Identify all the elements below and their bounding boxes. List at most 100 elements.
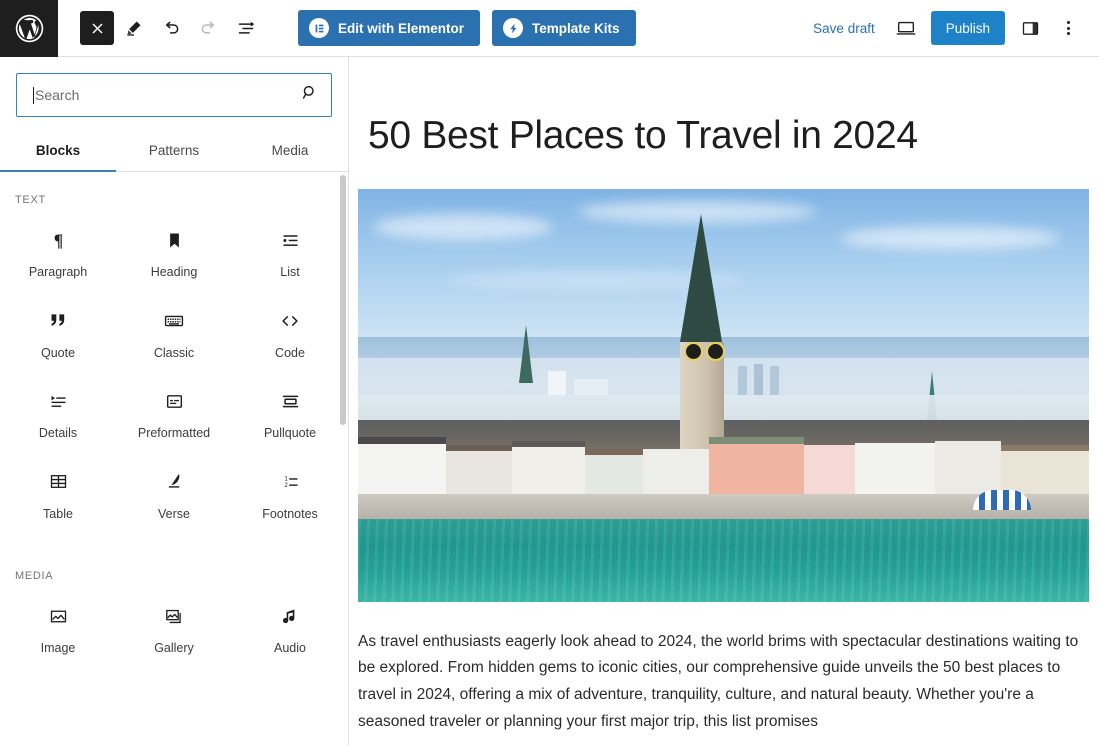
heading-icon (164, 228, 185, 252)
search-box[interactable] (16, 73, 332, 117)
page-title[interactable]: 50 Best Places to Travel in 2024 (358, 113, 1089, 160)
block-pullquote[interactable]: Pullquote (232, 371, 348, 452)
editor-body: Blocks Patterns Media TEXT ¶ Paragraph (0, 57, 1099, 745)
block-list-scroll-area: TEXT ¶ Paragraph Heading List Quote Clas… (0, 172, 348, 745)
tab-blocks[interactable]: Blocks (0, 131, 116, 172)
gallery-icon (164, 604, 185, 628)
wordpress-logo-icon[interactable] (0, 0, 58, 57)
scrollbar-thumb[interactable] (340, 175, 346, 425)
block-image[interactable]: Image (0, 586, 116, 667)
search-container (0, 57, 348, 117)
three-dots-menu-icon[interactable] (1051, 11, 1085, 45)
block-label: Details (38, 426, 78, 440)
clock-face-left (684, 341, 704, 361)
template-kits-label: Template Kits (532, 20, 620, 36)
block-label: Pullquote (263, 426, 317, 440)
distant-tower (754, 363, 764, 396)
post-paragraph[interactable]: As travel enthusiasts eagerly look ahead… (358, 629, 1080, 736)
small-church-spire (518, 325, 533, 384)
verse-icon (164, 470, 185, 494)
paragraph-icon: ¶ (48, 228, 69, 252)
save-draft-button[interactable]: Save draft (803, 13, 885, 44)
svg-text:2: 2 (284, 482, 288, 489)
code-icon (279, 309, 301, 333)
document-overview-icon[interactable] (228, 11, 264, 45)
classic-icon (163, 309, 185, 333)
block-details[interactable]: Details (0, 371, 116, 452)
block-code[interactable]: Code (232, 291, 348, 372)
cloud-shape (372, 213, 553, 240)
block-preformatted[interactable]: Preformatted (116, 371, 232, 452)
block-label: Classic (153, 345, 195, 360)
category-label-text: TEXT (15, 194, 46, 206)
edit-with-elementor-label: Edit with Elementor (338, 20, 465, 36)
block-label: Audio (274, 641, 306, 655)
svg-text:¶: ¶ (53, 230, 62, 250)
riverfront-building (358, 436, 446, 503)
market-tent (972, 490, 1031, 511)
block-heading[interactable]: Heading (116, 210, 232, 291)
template-kits-button[interactable]: Template Kits (492, 10, 636, 46)
image-icon (48, 604, 69, 628)
distant-tower (738, 366, 748, 396)
block-paragraph[interactable]: ¶ Paragraph (0, 210, 116, 291)
riverfront-building (511, 440, 585, 503)
search-icon[interactable] (300, 83, 319, 107)
list-icon (280, 228, 301, 252)
edit-pencil-icon[interactable] (117, 11, 151, 45)
block-label: Gallery (154, 641, 194, 655)
toolbar-left-actions (58, 11, 264, 45)
tab-media[interactable]: Media (232, 131, 348, 171)
distant-tower (770, 366, 780, 396)
preformatted-icon (164, 389, 185, 413)
wordpress-block-editor: Edit with Elementor Template Kits Save d… (0, 0, 1099, 745)
table-icon (48, 470, 69, 494)
category-label-media: MEDIA (15, 570, 54, 582)
editor-canvas: 50 Best Places to Travel in 2024 As trav… (349, 57, 1099, 745)
block-verse[interactable]: Verse (116, 452, 232, 533)
inserter-tabs: Blocks Patterns Media (0, 131, 348, 172)
block-quote[interactable]: Quote (0, 291, 116, 372)
block-classic[interactable]: Classic (116, 291, 232, 372)
zurich-cityscape-image[interactable] (358, 188, 1089, 602)
quote-icon (48, 309, 69, 333)
footnotes-icon: 1 2 (280, 470, 301, 494)
tab-patterns[interactable]: Patterns (116, 131, 232, 171)
close-icon[interactable] (80, 11, 114, 45)
desktop-preview-icon[interactable] (889, 11, 923, 45)
template-kits-icon (503, 18, 524, 38)
redo-icon[interactable] (191, 11, 225, 45)
clock-face-right (705, 341, 725, 361)
riverfront-building (855, 436, 936, 503)
elementor-icon (309, 18, 329, 38)
block-label: Table (43, 506, 73, 521)
media-block-grid: Image Gallery Audio (0, 586, 348, 667)
block-label: Quote (40, 345, 76, 360)
search-input[interactable] (35, 87, 300, 103)
undo-icon[interactable] (154, 11, 188, 45)
pullquote-icon (280, 389, 301, 413)
block-label: Heading (150, 265, 198, 279)
block-footnotes[interactable]: 1 2 Footnotes (232, 452, 348, 533)
block-inserter-panel: Blocks Patterns Media TEXT ¶ Paragraph (0, 57, 349, 745)
publish-button[interactable]: Publish (930, 11, 1005, 45)
audio-icon (280, 604, 301, 628)
block-label: Image (40, 641, 76, 655)
toolbar-right-actions: Save draft Publish (803, 11, 1099, 45)
block-gallery[interactable]: Gallery (116, 586, 232, 667)
block-audio[interactable]: Audio (232, 586, 348, 667)
church-spire (680, 213, 723, 342)
edit-with-elementor-button[interactable]: Edit with Elementor (298, 10, 481, 46)
block-label: Verse (158, 506, 190, 521)
block-label: List (280, 265, 300, 279)
editor-toolbar: Edit with Elementor Template Kits Save d… (0, 0, 1099, 57)
block-list[interactable]: List (232, 210, 348, 291)
block-label: Footnotes (262, 506, 318, 521)
text-block-grid: ¶ Paragraph Heading List Quote Classic C… (0, 210, 348, 532)
block-table[interactable]: Table (0, 452, 116, 533)
block-label: Paragraph (28, 265, 88, 279)
cloud-shape (840, 225, 1061, 250)
settings-panel-icon[interactable] (1013, 11, 1047, 45)
pink-hotel-building (708, 436, 804, 503)
block-label: Code (275, 345, 305, 360)
